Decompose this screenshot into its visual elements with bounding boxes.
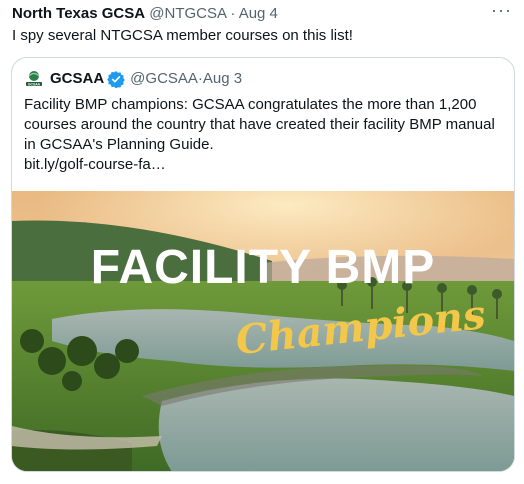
quoted-tweet-link[interactable]: bit.ly/golf-course-fa… xyxy=(24,155,506,175)
tweet-text: I spy several NTGCSA member courses on t… xyxy=(12,27,353,44)
tweet-media-image[interactable]: FACILITY BMP Champions xyxy=(12,191,514,472)
media-title: FACILITY BMP xyxy=(91,241,435,294)
gcsaa-logo-icon: GCSAA xyxy=(26,71,42,86)
quoted-tweet-body: Facility BMP champions: GCSAA congratula… xyxy=(24,95,506,175)
quoted-tweet-date[interactable]: Aug 3 xyxy=(203,69,242,89)
logo-text: GCSAA xyxy=(28,82,41,86)
quoted-tweet[interactable]: GCSAA GCSAA @GCSAA · Aug 3 Facility BMP … xyxy=(11,57,515,472)
meta-separator: · xyxy=(226,5,239,22)
quoted-author-handle[interactable]: @GCSAA xyxy=(130,69,198,89)
tweet-date[interactable]: Aug 4 xyxy=(239,5,278,22)
author-name[interactable]: North Texas GCSA xyxy=(12,5,145,22)
author-handle[interactable]: @NTGCSA xyxy=(149,5,226,22)
quoted-tweet-header: GCSAA GCSAA @GCSAA · Aug 3 xyxy=(24,69,242,89)
more-options-icon[interactable]: ··· xyxy=(491,0,512,21)
tweet[interactable]: North Texas GCSA @NTGCSA · Aug 4 ··· I s… xyxy=(0,0,524,484)
quoted-author-name[interactable]: GCSAA xyxy=(50,69,104,89)
quoted-tweet-text: Facility BMP champions: GCSAA congratula… xyxy=(24,96,495,153)
verified-badge-icon xyxy=(107,71,126,88)
tweet-header: North Texas GCSA @NTGCSA · Aug 4 xyxy=(12,4,278,24)
